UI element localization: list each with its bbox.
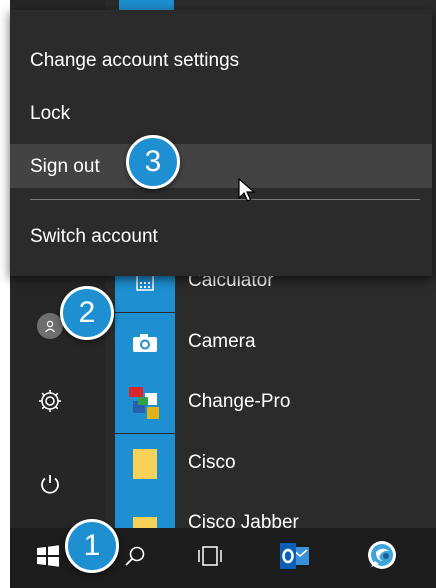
app-item-cisco[interactable]: Cisco xyxy=(115,434,436,494)
app-item-cisco-jabber[interactable]: Cisco Jabber xyxy=(115,494,436,528)
folder-icon xyxy=(115,434,175,494)
lock-item[interactable]: Lock xyxy=(10,91,432,135)
tile-strip xyxy=(119,0,174,10)
change-pro-icon xyxy=(115,373,175,433)
windows-start-icon xyxy=(36,544,60,573)
change-account-settings-item[interactable]: Change account settings xyxy=(10,38,432,82)
jabber-taskbar-button[interactable] xyxy=(352,528,412,588)
app-label: Change-Pro xyxy=(188,391,291,412)
task-view-icon xyxy=(197,544,223,573)
callout-badge-2: 2 xyxy=(60,286,114,340)
gear-icon xyxy=(37,388,63,419)
callout-badge-3: 3 xyxy=(126,135,180,189)
power-button[interactable] xyxy=(30,466,70,506)
app-label: Cisco xyxy=(188,452,236,473)
callout-badge-1: 1 xyxy=(65,519,119,573)
menu-separator xyxy=(30,199,420,200)
app-item-camera[interactable]: Camera xyxy=(115,313,436,373)
outlook-taskbar-button[interactable] xyxy=(265,528,325,588)
menu-item-label: Change account settings xyxy=(30,50,240,71)
jabber-icon xyxy=(365,539,399,578)
menu-item-label: Sign out xyxy=(30,156,100,177)
camera-icon xyxy=(115,313,175,373)
user-icon xyxy=(37,313,63,339)
account-menu: Change account settings Lock Sign out Sw… xyxy=(10,10,432,276)
outlook-icon xyxy=(279,541,311,576)
folder-icon xyxy=(115,494,175,528)
switch-account-item[interactable]: Switch account xyxy=(10,214,432,258)
app-label: Cisco Jabber xyxy=(188,512,299,528)
app-item-change-pro[interactable]: Change-Pro xyxy=(115,373,436,433)
menu-item-label: Switch account xyxy=(30,226,158,247)
power-icon xyxy=(38,472,62,501)
sign-out-item[interactable]: Sign out xyxy=(10,144,432,188)
settings-button[interactable] xyxy=(30,383,70,423)
search-icon xyxy=(123,544,147,573)
mouse-cursor-icon xyxy=(238,177,256,209)
menu-item-label: Lock xyxy=(30,103,71,124)
task-view-button[interactable] xyxy=(180,528,240,588)
app-label: Camera xyxy=(188,331,256,352)
